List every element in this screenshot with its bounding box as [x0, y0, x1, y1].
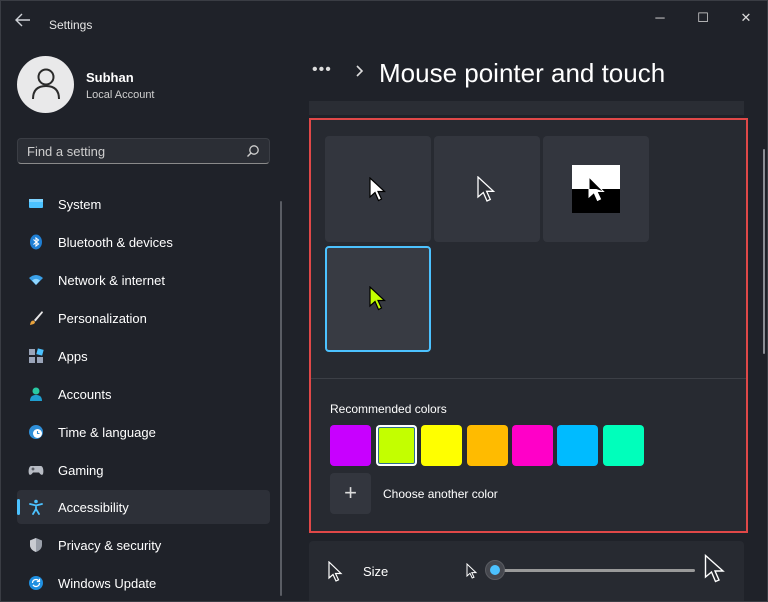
add-color-button[interactable]: + — [330, 473, 371, 514]
accounts-icon — [30, 387, 42, 401]
arrow-left-icon — [15, 13, 30, 27]
color-swatch-teal[interactable] — [603, 425, 644, 466]
sidebar-item-bluetooth[interactable]: Bluetooth & devices — [17, 225, 270, 259]
sidebar-item-label: Time & language — [58, 425, 156, 440]
pointer-size-icon — [328, 561, 343, 582]
gamepad-icon — [28, 466, 44, 475]
apps-icon — [29, 348, 44, 363]
large-cursor-icon — [704, 554, 725, 583]
sidebar-item-privacy[interactable]: Privacy & security — [17, 528, 270, 562]
page-title: Mouse pointer and touch — [379, 58, 666, 88]
color-swatch-blue[interactable] — [557, 425, 598, 466]
sidebar-item-network[interactable]: Network & internet — [17, 263, 270, 297]
settings-window: Settings ─ ☐ ✕ Subhan Local Account Syst… — [0, 0, 768, 602]
recommended-colors-label: Recommended colors — [330, 402, 447, 416]
active-indicator — [17, 499, 20, 515]
color-swatch-yellow[interactable] — [421, 425, 462, 466]
back-button[interactable] — [15, 13, 35, 29]
sidebar-item-label: Gaming — [58, 463, 104, 478]
accessibility-icon — [29, 499, 43, 515]
size-slider-thumb[interactable] — [485, 560, 505, 580]
sidebar-item-gaming[interactable]: Gaming — [17, 453, 270, 487]
user-name: Subhan — [86, 70, 134, 85]
maximize-button[interactable]: ☐ — [688, 9, 718, 27]
title-bar: Settings ─ ☐ ✕ — [1, 1, 767, 41]
black-cursor-icon — [477, 176, 496, 202]
globe-clock-icon — [29, 425, 43, 439]
sidebar-item-label: Windows Update — [58, 576, 157, 591]
sidebar-item-apps[interactable]: Apps — [17, 339, 270, 373]
search-box[interactable] — [17, 138, 270, 164]
white-cursor-icon — [369, 177, 387, 202]
sidebar-scrollbar[interactable] — [280, 201, 282, 596]
pointer-size-row: Size — [309, 541, 744, 601]
sidebar-item-label: Bluetooth & devices — [58, 235, 173, 250]
section-divider — [311, 378, 746, 379]
previous-card-edge — [309, 101, 744, 115]
breadcrumb-more-button[interactable]: ••• — [312, 61, 332, 79]
main-scrollbar[interactable] — [763, 149, 765, 354]
system-icon — [29, 199, 43, 208]
avatar[interactable] — [17, 56, 74, 113]
sidebar-item-label: Accounts — [58, 387, 112, 402]
color-swatch-lime[interactable] — [376, 425, 417, 466]
color-swatch-orange[interactable] — [467, 425, 508, 466]
sidebar-item-label: Network & internet — [58, 273, 165, 288]
sidebar-item-label: Apps — [58, 349, 88, 364]
search-input[interactable] — [27, 143, 237, 160]
account-type: Local Account — [86, 89, 155, 101]
sidebar-item-accessibility[interactable]: Accessibility — [17, 490, 270, 524]
color-swatch-purple[interactable] — [330, 425, 371, 466]
pointer-style-white[interactable] — [325, 136, 431, 242]
sidebar-item-system[interactable]: System — [17, 187, 270, 221]
pointer-style-custom[interactable] — [325, 246, 431, 352]
sidebar-item-label: Privacy & security — [58, 538, 162, 553]
chevron-right-icon — [356, 65, 364, 77]
sidebar-item-accounts[interactable]: Accounts — [17, 377, 270, 411]
choose-another-color-label[interactable]: Choose another color — [383, 487, 498, 501]
close-button[interactable]: ✕ — [731, 9, 761, 27]
sidebar-item-label: Personalization — [58, 311, 147, 326]
wifi-icon — [29, 275, 43, 285]
small-cursor-icon — [466, 563, 478, 579]
bluetooth-icon — [30, 234, 42, 250]
sidebar-item-label: Accessibility — [58, 500, 129, 515]
update-icon — [29, 576, 43, 590]
brush-icon — [30, 311, 43, 325]
sidebar-item-time-language[interactable]: Time & language — [17, 415, 270, 449]
custom-color-cursor-icon — [369, 286, 387, 311]
minimize-button[interactable]: ─ — [645, 9, 675, 27]
color-swatch-pink[interactable] — [512, 425, 553, 466]
inverted-cursor-icon — [572, 165, 620, 213]
shield-icon — [30, 538, 42, 552]
size-slider-track[interactable] — [495, 569, 695, 572]
search-icon[interactable] — [246, 144, 260, 158]
sidebar-item-personalization[interactable]: Personalization — [17, 301, 270, 335]
pointer-style-inverted[interactable] — [543, 136, 649, 242]
size-label: Size — [363, 564, 389, 579]
person-icon — [32, 68, 60, 100]
sidebar-item-label: System — [58, 197, 102, 212]
pointer-style-black[interactable] — [434, 136, 540, 242]
sidebar-item-windows-update[interactable]: Windows Update — [17, 566, 270, 600]
pointer-style-panel: Recommended colors + Choose another colo… — [309, 118, 748, 533]
app-title: Settings — [49, 18, 93, 32]
